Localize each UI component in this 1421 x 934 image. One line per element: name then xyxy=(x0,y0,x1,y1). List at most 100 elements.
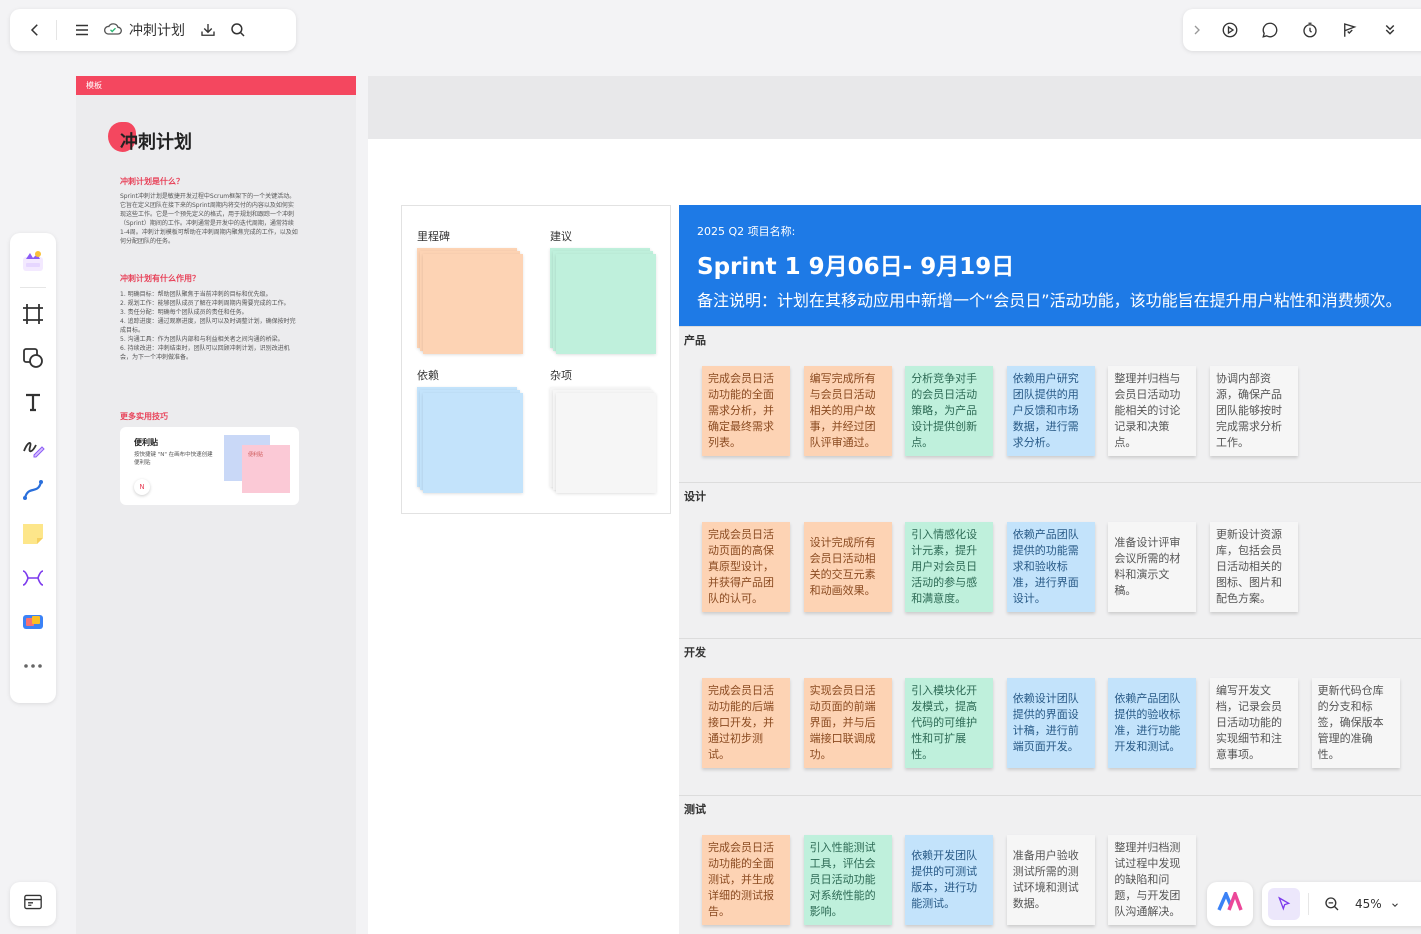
vote-flag-icon[interactable] xyxy=(1335,15,1365,45)
legend-stack-suggestion[interactable] xyxy=(550,248,656,354)
frame-icon[interactable] xyxy=(14,292,52,336)
sticky-legend[interactable]: 里程碑 建议 依赖 杂项 xyxy=(401,205,671,514)
sticky-note[interactable]: 更新代码仓库的分支和标签，确保版本管理的准确性。 xyxy=(1311,678,1400,768)
sticky-note-text: 设计完成所有会员日活动相关的交互元素和动画效果。 xyxy=(809,536,876,597)
sticky-note[interactable]: 引入模块化开发模式，提高代码的可维护性和可扩展性。 xyxy=(905,678,994,768)
chevron-down-icon[interactable] xyxy=(1390,895,1400,914)
minimap-icon xyxy=(23,893,43,915)
document-title[interactable]: 冲刺计划 xyxy=(129,20,185,40)
sticky-note[interactable]: 完成会员日活动功能的全面测试，并生成详细的测试报告。 xyxy=(702,835,790,925)
ai-assistant-button[interactable] xyxy=(1207,882,1253,926)
project-label: 2025 Q2 项目名称: xyxy=(697,225,796,238)
sticky-note-text: 准备设计评审会议所需的材料和演示文稿。 xyxy=(1114,536,1181,597)
sticky-note[interactable]: 协调内部资源，确保产品团队能够按时完成需求分析工作。 xyxy=(1210,366,1298,456)
list-item: 5. 沟通工具：作为团队内部和与利益相关者之间沟通的桥梁。 xyxy=(120,336,284,343)
sticky-note-text: 引入模块化开发模式，提高代码的可维护性和可扩展性。 xyxy=(911,684,978,761)
present-play-icon[interactable] xyxy=(1215,15,1245,45)
sticky-note[interactable]: 完成会员日活动功能的全面需求分析，并确定最终需求列表。 xyxy=(702,366,790,456)
sticky-note-text: 引入情感化设计元素，提升用户对会员日活动的参与感和满意度。 xyxy=(911,528,978,605)
template-library-icon[interactable] xyxy=(14,239,52,283)
template-paragraph-1: Sprint冲刺计划是敏捷开发过程中Scrum框架下的一个关键活动。它旨在定义团… xyxy=(120,193,298,245)
sticky-note-text: 分析竞争对手的会员日活动策略，为产品设计提供创新点。 xyxy=(911,372,978,449)
legend-stack-misc[interactable] xyxy=(550,387,656,493)
sticky-note[interactable]: 引入情感化设计元素，提升用户对会员日活动的参与感和满意度。 xyxy=(905,522,994,612)
sticky-note[interactable]: 实现会员日活动页面的前端界面，并与后端接口联调成功。 xyxy=(803,678,892,768)
sticky-note-text: 依赖产品团队提供的验收标准，进行功能开发和测试。 xyxy=(1114,692,1181,753)
sticky-note-text: 更新设计资源库，包括会员日活动相关的图标、图片和配色方案。 xyxy=(1216,528,1282,605)
sticky-note-text: 依赖产品团队提供的功能需求和验收标准，进行界面设计。 xyxy=(1012,528,1079,605)
sticky-note-text: 完成会员日活动页面的高保真原型设计，并获得产品团队的认可。 xyxy=(708,528,774,605)
swimlane-label: 产品 xyxy=(684,334,706,347)
sticky-note[interactable]: 设计完成所有会员日活动相关的交互元素和动画效果。 xyxy=(803,522,892,612)
legend-stack-dependency[interactable] xyxy=(417,387,523,493)
tip-card[interactable]: 便利贴 按快捷键 "N" 在画布中快速创建便利贴 N 便利贴 xyxy=(120,427,299,505)
left-toolbox xyxy=(10,233,56,703)
sticky-note[interactable]: 依赖设计团队提供的界面设计稿，进行前端页面开发。 xyxy=(1006,678,1095,768)
sticky-note[interactable]: 编写开发文档，记录会员日活动功能的实现细节和注意事项。 xyxy=(1210,678,1298,768)
sticky-note[interactable]: 整理并归档与会员日活动功能相关的讨论记录和决策点。 xyxy=(1108,366,1197,456)
top-right-toolbar xyxy=(1183,9,1421,51)
comment-icon[interactable] xyxy=(1255,15,1285,45)
search-icon[interactable] xyxy=(223,15,253,45)
tip-card-key: N xyxy=(134,479,150,495)
sticky-note-text: 依赖用户研究团队提供的用户反馈和市场数据，进行需求分析。 xyxy=(1012,372,1079,449)
pen-icon[interactable] xyxy=(14,424,52,468)
menu-icon[interactable] xyxy=(67,15,97,45)
sticky-note-text: 依赖开发团队提供的可测试版本，进行功能测试。 xyxy=(911,849,978,910)
sticky-note[interactable]: 引入性能测试工具，评估会员日活动功能对系统性能的影响。 xyxy=(803,835,892,925)
sticky-note[interactable]: 分析竞争对手的会员日活动策略，为产品设计提供创新点。 xyxy=(905,366,994,456)
sticky-note-text: 协调内部资源，确保产品团队能够按时完成需求分析工作。 xyxy=(1216,372,1282,449)
sticky-note[interactable]: 更新设计资源库，包括会员日活动相关的图标、图片和配色方案。 xyxy=(1210,522,1298,612)
list-item: 4. 追踪进度：通过观察进度，团队可以及时调整计划，确保按时完成目标。 xyxy=(120,318,296,334)
sticky-note-text: 实现会员日活动页面的前端界面，并与后端接口联调成功。 xyxy=(809,684,876,761)
zoom-out-icon[interactable] xyxy=(1317,889,1347,919)
sticky-note[interactable]: 依赖产品团队提供的验收标准，进行功能开发和测试。 xyxy=(1108,678,1197,768)
template-list: 1. 明确目标：帮助团队聚焦于当前冲刺的目标和优先级。 2. 规划工作：能够团队… xyxy=(120,290,298,362)
download-icon[interactable] xyxy=(193,15,223,45)
timer-icon[interactable] xyxy=(1295,15,1325,45)
zoom-level[interactable]: 45% xyxy=(1355,897,1382,911)
sticky-note[interactable]: 依赖开发团队提供的可测试版本，进行功能测试。 xyxy=(905,835,994,925)
sprint-title: Sprint 1 9月06日- 9月19日 xyxy=(697,254,1015,280)
document-title-area[interactable]: 冲刺计划 xyxy=(103,20,185,40)
swimlane-label: 测试 xyxy=(684,803,706,816)
list-item: 6. 持续改进：冲刺结束时，团队可以回顾冲刺计划，识别改进机会，为下一个冲刺做准… xyxy=(120,345,290,361)
widget-icon[interactable] xyxy=(14,600,52,644)
sticky-note[interactable]: 整理并归档测试过程中发现的缺陷和问题，与开发团队沟通解决。 xyxy=(1108,835,1197,925)
legend-stack-milestone[interactable] xyxy=(417,248,523,354)
sticky-note[interactable]: 完成会员日活动页面的高保真原型设计，并获得产品团队的认可。 xyxy=(702,522,790,612)
sticky-note[interactable]: 准备用户验收测试所需的测试环境和测试数据。 xyxy=(1006,835,1095,925)
swimlane-label: 开发 xyxy=(684,646,706,659)
pointer-tool-button[interactable] xyxy=(1268,888,1300,920)
sprint-note: 备注说明：计划在其移动应用中新增一个“会员日”活动功能，该功能旨在提升用户粘性和… xyxy=(697,291,1402,310)
sticky-note[interactable]: 依赖用户研究团队提供的用户反馈和市场数据，进行需求分析。 xyxy=(1006,366,1095,456)
template-heading-3: 更多实用技巧 xyxy=(120,412,168,421)
sticky-note[interactable]: 准备设计评审会议所需的材料和演示文稿。 xyxy=(1108,522,1197,612)
minimap-toggle-button[interactable] xyxy=(10,882,56,926)
chevron-right-icon[interactable] xyxy=(1189,15,1205,45)
list-item: 3. 责任分配：明确每个团队成员的责任和任务。 xyxy=(120,309,248,316)
connector-icon[interactable] xyxy=(14,468,52,512)
text-icon[interactable] xyxy=(14,380,52,424)
sticky-note[interactable]: 依赖产品团队提供的功能需求和验收标准，进行界面设计。 xyxy=(1006,522,1095,612)
template-title-area: 冲刺计划 xyxy=(108,120,228,160)
tip-card-title: 便利贴 xyxy=(134,438,158,447)
shape-icon[interactable] xyxy=(14,336,52,380)
zoom-controls: 45% xyxy=(1262,882,1421,926)
sticky-note-text: 编写完成所有与会员日活动相关的用户故事，并经过团队评审通过。 xyxy=(809,372,876,449)
chevron-double-down-icon[interactable] xyxy=(1375,15,1405,45)
legend-label-dependency: 依赖 xyxy=(417,369,439,382)
sticky-note-text: 完成会员日活动功能的后端接口开发，并通过初步测试。 xyxy=(708,684,774,761)
sticky-note-text: 引入性能测试工具，评估会员日活动功能对系统性能的影响。 xyxy=(809,841,876,918)
sticky-note[interactable]: 编写完成所有与会员日活动相关的用户故事，并经过团队评审通过。 xyxy=(803,366,892,456)
more-tools-icon[interactable] xyxy=(14,644,52,688)
tip-sticky-pink: 便利贴 xyxy=(242,445,290,493)
sticky-note[interactable]: 完成会员日活动功能的后端接口开发，并通过初步测试。 xyxy=(702,678,790,768)
sprint-header[interactable]: 2025 Q2 项目名称: Sprint 1 9月06日- 9月19日 备注说明… xyxy=(679,205,1421,326)
mind-map-icon[interactable] xyxy=(14,556,52,600)
sticky-note-text: 依赖设计团队提供的界面设计稿，进行前端页面开发。 xyxy=(1012,692,1079,753)
back-icon[interactable] xyxy=(20,15,50,45)
cloud-synced-icon xyxy=(103,21,123,40)
sticky-note-text: 准备用户验收测试所需的测试环境和测试数据。 xyxy=(1012,849,1079,910)
sticky-note-icon[interactable] xyxy=(14,512,52,556)
